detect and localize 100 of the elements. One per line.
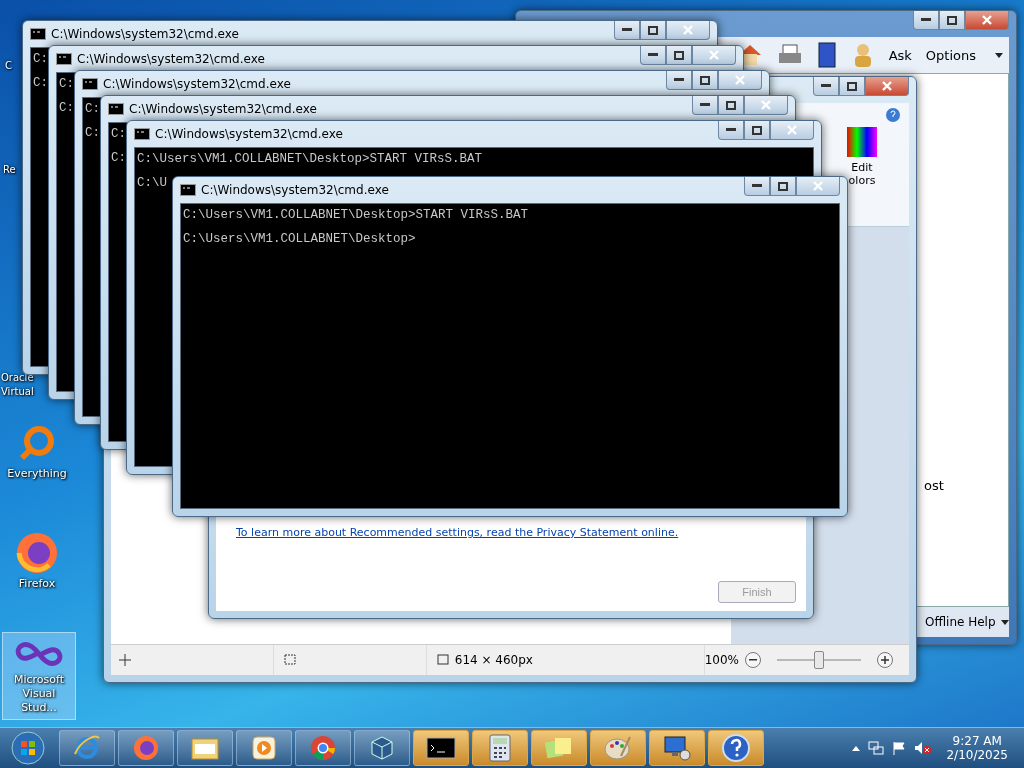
close-button[interactable]	[796, 177, 840, 196]
console-line: C:	[33, 76, 48, 90]
taskbar-app-button[interactable]	[708, 730, 764, 766]
minimize-button[interactable]	[813, 77, 839, 96]
help-icon	[721, 733, 751, 763]
maximize-button[interactable]	[939, 11, 965, 30]
window-title: C:\Windows\system32\cmd.exe	[155, 127, 343, 141]
close-button[interactable]	[770, 121, 814, 140]
image-size-icon	[434, 654, 449, 666]
minus-icon	[749, 659, 757, 661]
console-line: C:	[85, 102, 100, 116]
edit-colors-label[interactable]: Edit olors	[848, 161, 876, 187]
maximize-button[interactable]	[718, 96, 744, 115]
maximize-icon	[674, 50, 684, 60]
console-line: C:	[59, 77, 74, 91]
offline-help-menu[interactable]: Offline Help	[925, 615, 996, 629]
close-button[interactable]	[965, 11, 1009, 30]
minimize-button[interactable]	[666, 71, 692, 90]
close-button[interactable]	[865, 77, 909, 96]
minimize-icon	[726, 128, 736, 132]
close-button[interactable]	[718, 71, 762, 90]
maximize-button[interactable]	[692, 71, 718, 90]
move-cursor-icon	[119, 654, 131, 666]
minimize-icon	[648, 53, 658, 57]
maximize-icon	[778, 181, 788, 191]
maximize-button[interactable]	[640, 21, 666, 40]
console-icon	[56, 53, 72, 65]
maximize-icon	[726, 100, 736, 110]
console-line: C:\Users\VM1.COLLABNET\Desktop>START VIRsS.BAT	[137, 152, 483, 166]
help-icon	[885, 107, 901, 123]
maximize-icon	[947, 15, 957, 25]
flag-icon[interactable]	[892, 741, 907, 755]
ask-menu[interactable]: Ask	[888, 47, 912, 63]
maximize-button[interactable]	[666, 46, 692, 65]
console-icon	[82, 78, 98, 90]
minimize-button[interactable]	[744, 177, 770, 196]
help-text: ost	[924, 478, 944, 493]
console-line: C:	[111, 127, 126, 141]
play-icon	[250, 734, 278, 762]
minimize-icon	[921, 18, 931, 22]
clock-time: 9:27 AM	[952, 734, 1002, 748]
minimize-button[interactable]	[692, 96, 718, 115]
palette-icon	[603, 734, 633, 762]
maximize-button[interactable]	[839, 77, 865, 96]
minimize-icon	[752, 184, 762, 188]
minimize-button[interactable]	[640, 46, 666, 65]
maximize-button[interactable]	[744, 121, 770, 140]
network-icon[interactable]	[868, 741, 885, 755]
maximize-icon	[648, 25, 658, 35]
desktop-shortcut[interactable]: C	[4, 58, 13, 74]
console-icon	[134, 128, 150, 140]
shortcut-label: Firefox	[17, 577, 57, 591]
console-icon	[30, 28, 46, 40]
options-menu[interactable]: Options	[925, 47, 976, 63]
chevron-up-icon[interactable]	[852, 745, 861, 751]
maximize-icon	[847, 81, 857, 91]
fox-globe-icon	[15, 531, 59, 575]
close-icon	[813, 181, 823, 191]
chrome-icon	[309, 734, 337, 762]
image-size-text: 614 × 460px	[454, 653, 533, 667]
close-button[interactable]	[692, 46, 736, 65]
desktop-shortcut[interactable]: Re	[2, 162, 17, 178]
close-icon	[761, 100, 771, 110]
zoom-out-button[interactable]	[745, 652, 761, 668]
zoom-slider-thumb[interactable]	[814, 651, 824, 669]
desktop-shortcut[interactable]: Everything	[0, 420, 74, 486]
shortcut-label: Everything	[6, 467, 68, 481]
minimize-button[interactable]	[614, 21, 640, 40]
close-button[interactable]	[744, 96, 788, 115]
close-icon	[683, 25, 693, 35]
close-icon	[882, 81, 892, 91]
taskbar-app-button[interactable]	[413, 730, 469, 766]
privacy-statement-link[interactable]: To learn more about Recommended settings, read the Privacy Statement online.	[236, 526, 796, 539]
fox-globe-icon	[132, 734, 160, 762]
zoom-in-button[interactable]	[877, 652, 893, 668]
taskbar-app-button[interactable]	[472, 730, 528, 766]
console-line: C:\U	[137, 176, 167, 190]
caret-icon	[995, 52, 1003, 58]
close-icon	[735, 75, 745, 85]
clock[interactable]: 9:27 AM 2/10/2025	[946, 734, 1008, 762]
close-icon	[709, 50, 719, 60]
desktop-shortcut[interactable]: Oracle Virtual	[0, 370, 35, 400]
speaker-muted-icon[interactable]	[914, 741, 933, 755]
color-spectrum-icon	[847, 127, 877, 157]
close-button[interactable]	[666, 21, 710, 40]
taskbar-app-button[interactable]	[649, 730, 705, 766]
minimize-button[interactable]	[718, 121, 744, 140]
console-icon	[426, 737, 456, 759]
shortcut-label: Microsoft Visual Stud...	[12, 673, 66, 715]
cube-icon	[368, 734, 396, 762]
maximize-button[interactable]	[770, 177, 796, 196]
console-icon	[180, 184, 196, 196]
printer-icon	[776, 44, 803, 66]
minimize-button[interactable]	[913, 11, 939, 30]
window-title: C:\Windows\system32\cmd.exe	[201, 183, 389, 197]
plus-icon	[881, 656, 889, 664]
minimize-icon	[821, 84, 831, 88]
close-icon	[787, 125, 797, 135]
minimize-icon	[622, 28, 632, 32]
window-title: C:\Windows\system32\cmd.exe	[103, 77, 291, 91]
